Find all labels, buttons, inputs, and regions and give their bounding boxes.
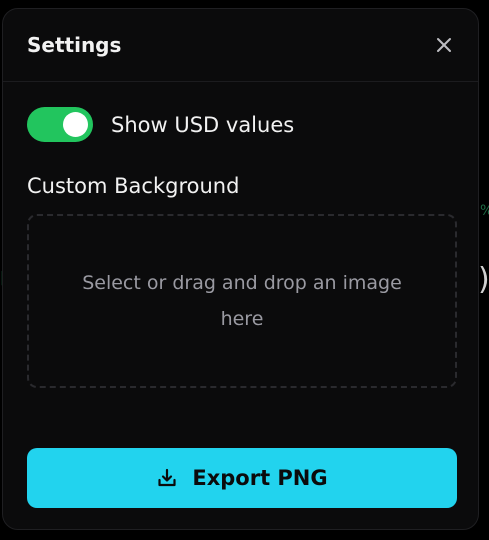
background-peek-percent: % [480,203,489,219]
download-icon [156,467,178,489]
background-peek-glyph: ) [478,262,489,297]
close-icon [437,38,451,52]
close-button[interactable] [434,35,454,55]
dropzone-text: Select or drag and drop an image here [82,272,402,330]
image-dropzone[interactable]: Select or drag and drop an image here [27,214,457,388]
show-usd-label: Show USD values [111,112,295,137]
export-png-label: Export PNG [192,466,328,490]
show-usd-toggle[interactable] [27,107,93,142]
custom-background-label: Custom Background [27,174,240,198]
settings-modal: Settings Show USD values Custom Backgrou… [2,8,479,530]
modal-header: Settings [3,9,478,82]
modal-title: Settings [27,33,122,57]
show-usd-row: Show USD values [27,107,294,142]
toggle-knob [63,112,88,137]
export-png-button[interactable]: Export PNG [27,448,457,508]
